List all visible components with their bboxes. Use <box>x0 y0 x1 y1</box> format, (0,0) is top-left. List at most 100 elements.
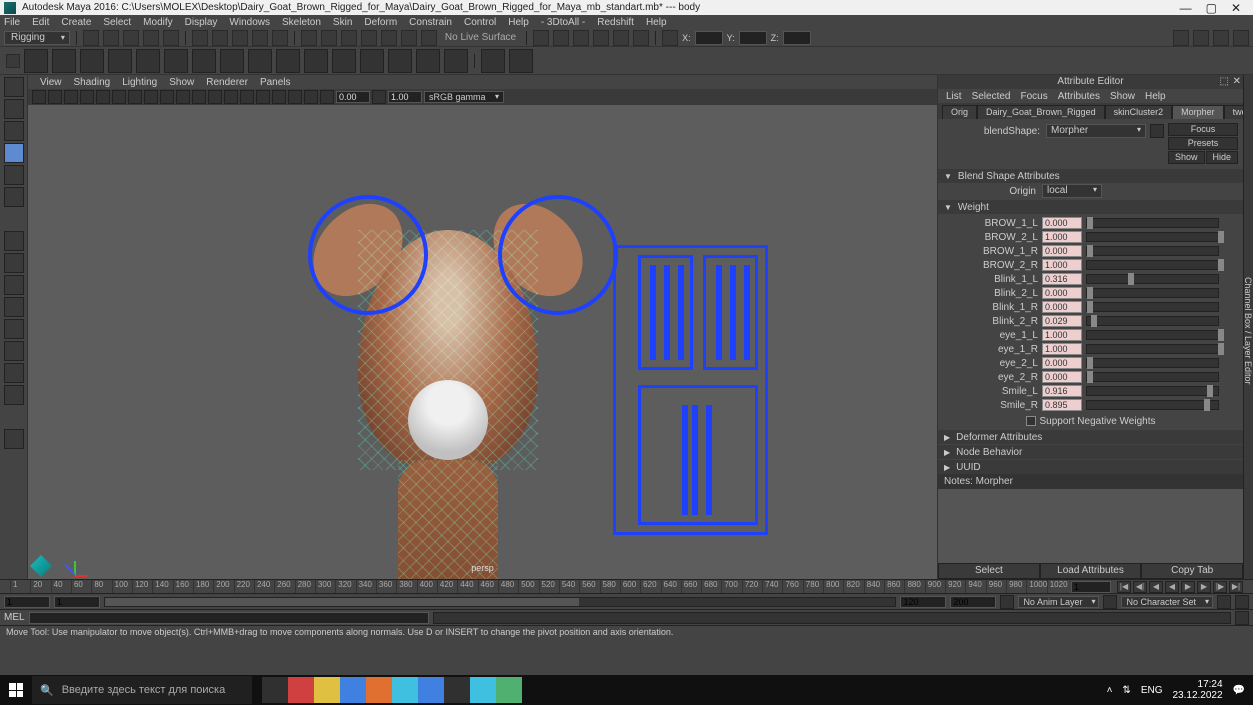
rig-slider[interactable] <box>706 405 712 515</box>
rotate-tool-icon[interactable] <box>4 165 24 185</box>
notifications-icon[interactable]: 💬 <box>1233 685 1245 696</box>
xray-icon[interactable] <box>288 90 302 104</box>
weight-slider[interactable] <box>1086 274 1219 284</box>
weight-value-field[interactable] <box>1042 217 1082 229</box>
last-tool-icon[interactable] <box>4 429 24 449</box>
weight-value-field[interactable] <box>1042 287 1082 299</box>
layout-graph-icon[interactable] <box>4 363 24 383</box>
layout-custom-icon[interactable] <box>4 385 24 405</box>
ae-menu-help[interactable]: Help <box>1145 91 1166 102</box>
layout-four-icon[interactable] <box>4 253 24 273</box>
autokey-icon[interactable] <box>1217 595 1231 609</box>
taskbar-edge-icon[interactable] <box>470 677 496 703</box>
snap-point-icon[interactable] <box>341 30 357 46</box>
resolution-gate-icon[interactable] <box>128 90 142 104</box>
hide-button[interactable]: Hide <box>1206 151 1239 164</box>
layout-single-icon[interactable] <box>4 231 24 251</box>
prefs-icon[interactable] <box>1235 595 1249 609</box>
render-settings-icon[interactable] <box>593 30 609 46</box>
task-view-icon[interactable] <box>262 677 288 703</box>
weight-value-field[interactable] <box>1042 301 1082 313</box>
layout-outliner-icon[interactable] <box>4 341 24 361</box>
rig-slider[interactable] <box>650 265 656 360</box>
step-fwd-key-icon[interactable]: |▶ <box>1213 581 1227 593</box>
menu-deform[interactable]: Deform <box>364 17 397 28</box>
textured-icon[interactable] <box>224 90 238 104</box>
viewport[interactable]: persp <box>28 105 937 579</box>
layout-two-v-icon[interactable] <box>4 297 24 317</box>
weight-slider[interactable] <box>1086 260 1219 270</box>
close-panel-icon[interactable]: ✕ <box>1233 76 1241 87</box>
playback-end-field[interactable] <box>900 596 946 608</box>
safe-action-icon[interactable] <box>160 90 174 104</box>
shaded-icon[interactable] <box>208 90 222 104</box>
script-editor-icon[interactable] <box>1235 611 1249 625</box>
exposure-icon[interactable] <box>320 90 334 104</box>
focus-button[interactable]: Focus <box>1168 123 1238 136</box>
rig-ear-right-control[interactable] <box>498 195 618 315</box>
section-weight[interactable]: ▼Weight <box>938 200 1243 214</box>
menu-modify[interactable]: Modify <box>143 17 172 28</box>
weight-value-field[interactable] <box>1042 273 1082 285</box>
shelf-nonlinear-icon[interactable] <box>332 49 356 73</box>
layer-settings-icon[interactable] <box>1103 595 1117 609</box>
render-frame-icon[interactable] <box>553 30 569 46</box>
shelf-wire-icon[interactable] <box>304 49 328 73</box>
shelf-blendshape-icon[interactable] <box>248 49 272 73</box>
taskbar-app-icon[interactable] <box>392 677 418 703</box>
xyz-toggle-icon[interactable] <box>662 30 678 46</box>
isolate-icon[interactable] <box>272 90 286 104</box>
support-negative-weights-row[interactable]: Support Negative Weights <box>938 414 1243 429</box>
playback-start-field[interactable] <box>54 596 100 608</box>
menu-skin[interactable]: Skin <box>333 17 352 28</box>
shelf-bind-icon[interactable] <box>80 49 104 73</box>
weight-value-field[interactable] <box>1042 357 1082 369</box>
current-frame-field[interactable] <box>1071 581 1111 593</box>
weight-value-field[interactable] <box>1042 315 1082 327</box>
step-fwd-icon[interactable]: ▶ <box>1197 581 1211 593</box>
anim-start-field[interactable] <box>4 596 50 608</box>
lasso-tool-icon[interactable] <box>4 99 24 119</box>
step-back-icon[interactable]: ◀ <box>1149 581 1163 593</box>
panel-menu-view[interactable]: View <box>40 77 62 88</box>
x-field[interactable] <box>695 31 723 45</box>
shelf-weights-icon[interactable] <box>136 49 160 73</box>
ae-menu-focus[interactable]: Focus <box>1020 91 1047 102</box>
redo-icon[interactable] <box>163 30 179 46</box>
tool-settings-toggle-icon[interactable] <box>1213 30 1229 46</box>
section-deformer-attributes[interactable]: ▶Deformer Attributes <box>938 430 1243 444</box>
taskbar-app-icon[interactable] <box>444 677 470 703</box>
gamma-field[interactable] <box>388 91 422 103</box>
rig-slider[interactable] <box>692 405 698 515</box>
rig-slider[interactable] <box>664 265 670 360</box>
rig-slider[interactable] <box>744 265 750 360</box>
menu-select[interactable]: Select <box>103 17 131 28</box>
layout-two-h-icon[interactable] <box>4 275 24 295</box>
menu-constrain[interactable]: Constrain <box>409 17 452 28</box>
shelf-lattice-icon[interactable] <box>192 49 216 73</box>
node-tab-morpher[interactable]: Morpher <box>1172 105 1224 119</box>
snap-live-icon[interactable] <box>381 30 397 46</box>
blendshape-name-field[interactable]: Morpher <box>1046 124 1146 138</box>
workspace-dropdown[interactable]: Rigging <box>4 31 70 45</box>
shelf-ik-icon[interactable] <box>52 49 76 73</box>
channel-box-tab[interactable]: Channel Box / Layer Editor <box>1243 75 1253 579</box>
time-slider[interactable]: 1204060801001201401601802002202402602803… <box>0 579 1253 593</box>
gate-mask-icon[interactable] <box>144 90 158 104</box>
gamma-icon[interactable] <box>372 90 386 104</box>
shelf-parent-icon[interactable] <box>388 49 412 73</box>
sym-select-icon[interactable] <box>272 30 288 46</box>
rig-slider[interactable] <box>730 265 736 360</box>
taskbar-app-icon[interactable] <box>340 677 366 703</box>
shelf-cluster-icon[interactable] <box>220 49 244 73</box>
section-uuid[interactable]: ▶UUID <box>938 460 1243 474</box>
select-button[interactable]: Select <box>938 563 1040 579</box>
go-start-icon[interactable]: |◀ <box>1117 581 1131 593</box>
anim-layer-dropdown[interactable]: No Anim Layer <box>1018 596 1099 608</box>
exposure-field[interactable] <box>336 91 370 103</box>
node-tab-dairy-goat-brown-rigged[interactable]: Dairy_Goat_Brown_Rigged <box>977 105 1105 119</box>
tray-chevron-icon[interactable]: ˄ <box>1107 685 1113 696</box>
layout-three-icon[interactable] <box>4 319 24 339</box>
rig-slider[interactable] <box>716 265 722 360</box>
node-tab-skincluster2[interactable]: skinCluster2 <box>1105 105 1173 119</box>
